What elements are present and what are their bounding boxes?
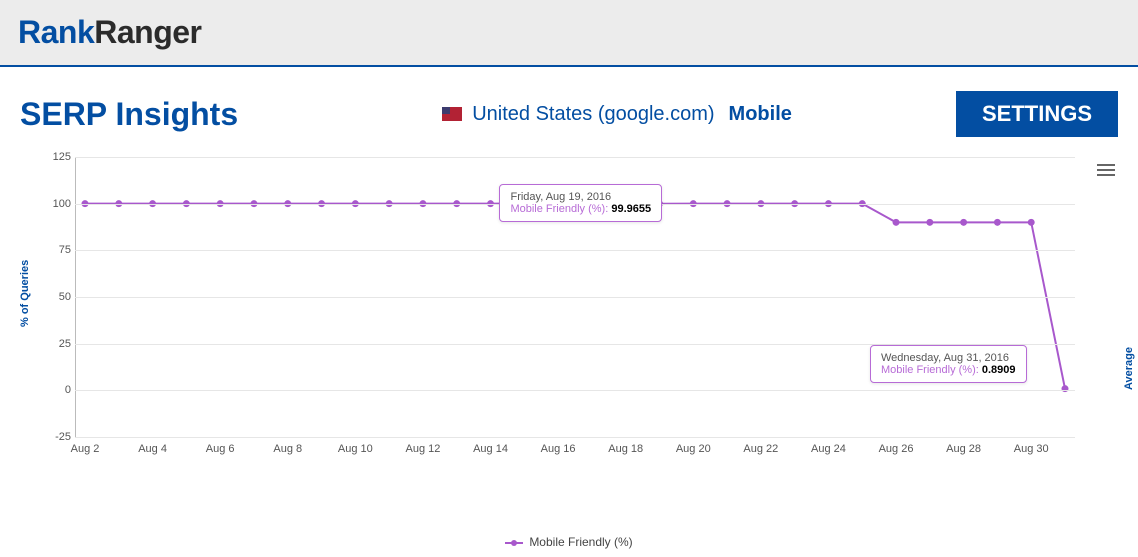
logo: RankRanger — [18, 14, 202, 50]
x-tick-label: Aug 14 — [473, 443, 508, 455]
x-tick-label: Aug 30 — [1014, 443, 1049, 455]
region-device: Mobile — [729, 103, 792, 126]
x-tick-label: Aug 26 — [879, 443, 914, 455]
x-tick-label: Aug 6 — [206, 443, 235, 455]
us-flag-icon — [442, 107, 462, 121]
x-tick-label: Aug 2 — [71, 443, 100, 455]
chart-menu-icon[interactable] — [1097, 161, 1115, 179]
region-country: United States (google.com) — [472, 103, 714, 126]
y-tick-label: 125 — [43, 151, 71, 163]
right-axis-title: Average — [1123, 347, 1135, 390]
x-tick-label: Aug 20 — [676, 443, 711, 455]
y-tick-label: 50 — [43, 291, 71, 303]
settings-button[interactable]: SETTINGS — [956, 91, 1118, 137]
legend-marker-icon — [505, 542, 523, 544]
gridline — [75, 250, 1075, 251]
header-row: SERP Insights United States (google.com)… — [0, 67, 1138, 147]
x-tick-label: Aug 28 — [946, 443, 981, 455]
chart-container: % of Queries Average -250255075100125Aug… — [19, 147, 1119, 507]
gridline — [75, 297, 1075, 298]
chart-tooltip: Wednesday, Aug 31, 2016Mobile Friendly (… — [870, 345, 1027, 383]
x-tick-label: Aug 8 — [273, 443, 302, 455]
x-tick-label: Aug 10 — [338, 443, 373, 455]
x-tick-label: Aug 4 — [138, 443, 167, 455]
chart-tooltip: Friday, Aug 19, 2016Mobile Friendly (%):… — [499, 184, 662, 222]
logo-part1: Rank — [18, 14, 94, 50]
x-tick-label: Aug 18 — [608, 443, 643, 455]
x-tick-label: Aug 12 — [405, 443, 440, 455]
legend-label: Mobile Friendly (%) — [529, 535, 632, 549]
page-title: SERP Insights — [20, 96, 238, 133]
gridline — [75, 437, 1075, 438]
gridline — [75, 157, 1075, 158]
y-tick-label: 100 — [43, 198, 71, 210]
x-tick-label: Aug 22 — [743, 443, 778, 455]
y-tick-label: 75 — [43, 244, 71, 256]
gridline — [75, 390, 1075, 391]
y-tick-label: -25 — [43, 431, 71, 443]
x-tick-label: Aug 24 — [811, 443, 846, 455]
topbar: RankRanger — [0, 0, 1138, 67]
y-tick-label: 0 — [43, 384, 71, 396]
y-axis-title: % of Queries — [19, 260, 31, 327]
logo-part2: Ranger — [94, 14, 201, 50]
chart-plot[interactable]: -250255075100125Aug 2Aug 4Aug 6Aug 8Aug … — [75, 157, 1075, 437]
region-selector[interactable]: United States (google.com) Mobile — [278, 103, 956, 126]
chart-legend: Mobile Friendly (%) — [0, 507, 1138, 557]
x-tick-label: Aug 16 — [541, 443, 576, 455]
y-tick-label: 25 — [43, 338, 71, 350]
